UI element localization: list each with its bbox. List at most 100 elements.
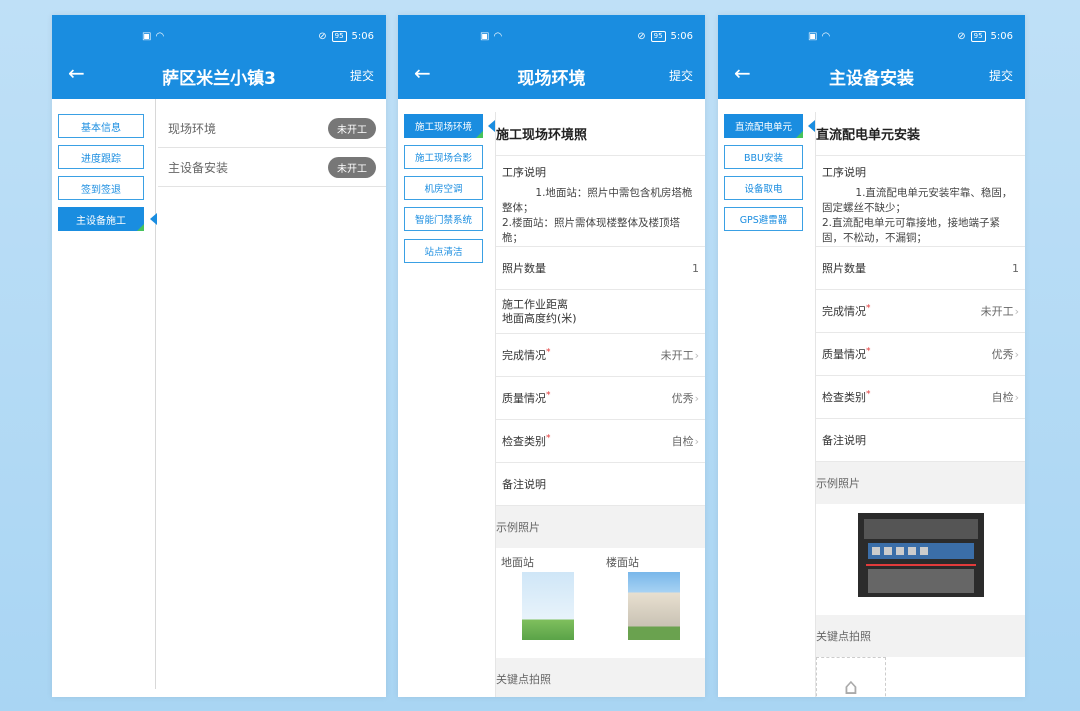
chevron-right-icon: › <box>1014 348 1019 361</box>
selection-pointer-icon <box>150 213 157 225</box>
remark-row[interactable]: 备注说明 <box>496 463 705 506</box>
distance-row[interactable]: 施工作业距离 地面高度约(米) <box>496 290 705 334</box>
sample-label-ground: 地面站 <box>501 556 534 569</box>
sidebar-item-site-cleaning[interactable]: 站点清洁 <box>404 239 483 263</box>
sidebar-item-checkin[interactable]: 签到签退 <box>58 176 144 200</box>
phone-panel-site-environment: ▣ ◠ ⊘ 95 5:06 ← 现场环境 提交 施工现场环境 施工现场合影 机房空… <box>398 15 705 697</box>
field-value: 自检 <box>991 391 1014 404</box>
chevron-right-icon: › <box>1014 391 1019 404</box>
required-mark: * <box>866 389 871 400</box>
field-label: 检查类别 <box>502 435 546 448</box>
task-list: 现场环境 未开工 主设备安装 未开工 <box>158 109 386 187</box>
completion-row[interactable]: 完成情况* 未开工› <box>496 334 705 377</box>
field-value: 1 <box>692 261 699 275</box>
status-right-icons: ⊘ 95 5:06 <box>957 31 1013 42</box>
sidebar-item-bbu[interactable]: BBU安装 <box>724 145 803 169</box>
back-arrow-icon[interactable]: ← <box>68 61 85 85</box>
sidebar-item-air-conditioning[interactable]: 机房空调 <box>404 176 483 200</box>
mute-icon: ⊘ <box>318 31 327 42</box>
mute-icon: ⊘ <box>637 31 646 42</box>
status-badge: 未开工 <box>328 117 376 139</box>
description-label: 工序说明 <box>822 166 866 179</box>
section-title: 施工现场环境照 <box>496 112 705 156</box>
battery-icon: 95 <box>331 31 347 42</box>
status-bar: ▣ ◠ ⊘ 95 5:06 <box>718 15 1025 53</box>
submit-button[interactable]: 提交 <box>669 67 693 84</box>
page-title: 主设备安装 <box>829 68 914 89</box>
section-title: 直流配电单元安装 <box>816 112 1025 156</box>
description-text: 1.直流配电单元安装牢靠、稳固，固定螺丝不缺少； 2.直流配电单元可靠接地，接地… <box>822 187 1013 244</box>
rooftop-station-photo[interactable] <box>628 572 680 640</box>
submit-button[interactable]: 提交 <box>989 67 1013 84</box>
status-badge: 未开工 <box>328 156 376 178</box>
list-item[interactable]: 主设备安装 未开工 <box>158 148 386 187</box>
photo-count-row: 照片数量 1 <box>816 247 1025 290</box>
status-bar: ▣ ◠ ⊘ 95 5:06 <box>52 15 386 53</box>
process-description: 工序说明 1.直流配电单元安装牢靠、稳固，固定螺丝不缺少； 2.直流配电单元可靠… <box>816 156 1025 247</box>
sidebar-item-site-environment[interactable]: 施工现场环境 <box>404 114 483 138</box>
field-label: 质量情况 <box>822 348 866 361</box>
field-value: 未开工 <box>980 305 1014 318</box>
quality-row[interactable]: 质量情况* 优秀› <box>496 377 705 420</box>
sidebar-item-access-control[interactable]: 智能门禁系统 <box>404 207 483 231</box>
sidebar-item-main-equipment[interactable]: 主设备施工 <box>58 207 144 231</box>
status-right-icons: ⊘ 95 5:06 <box>318 31 374 42</box>
required-mark: * <box>546 390 551 401</box>
sidebar-item-dc-distribution[interactable]: 直流配电单元 <box>724 114 803 138</box>
sidebar-item-power[interactable]: 设备取电 <box>724 176 803 200</box>
ground-station-photo[interactable] <box>522 572 574 640</box>
nav-bar: ← 萨区米兰小镇3 提交 <box>52 53 386 99</box>
status-bar: ▣ ◠ ⊘ 95 5:06 <box>398 15 705 53</box>
check-type-row[interactable]: 检查类别* 自检› <box>496 420 705 463</box>
field-label: 备注说明 <box>502 478 546 491</box>
remark-row[interactable]: 备注说明 <box>816 419 1025 462</box>
field-value: 1 <box>1012 261 1019 275</box>
sidebar: 直流配电单元 BBU安装 设备取电 GPS避雷器 <box>718 99 815 697</box>
field-label: 完成情况 <box>502 349 546 362</box>
quality-row[interactable]: 质量情况* 优秀› <box>816 333 1025 376</box>
field-label: 备注说明 <box>822 434 866 447</box>
sidebar-item-gps-arrester[interactable]: GPS避雷器 <box>724 207 803 231</box>
chevron-right-icon: › <box>694 349 699 362</box>
back-arrow-icon[interactable]: ← <box>734 61 751 85</box>
chevron-right-icon: › <box>694 392 699 405</box>
field-value: 自检 <box>671 435 694 448</box>
cabinet-illustration-icon <box>864 519 978 593</box>
mute-icon: ⊘ <box>957 31 966 42</box>
wifi-icon: ◠ <box>821 31 831 42</box>
dc-unit-sample-photo[interactable] <box>858 513 984 597</box>
chevron-right-icon: › <box>1014 305 1019 318</box>
list-item-label: 主设备安装 <box>168 160 229 175</box>
required-mark: * <box>546 433 551 444</box>
field-value: 优秀 <box>991 348 1014 361</box>
status-left-icons: ▣ ◠ <box>142 31 164 42</box>
clock: 5:06 <box>990 31 1013 42</box>
sim-icon: ▣ <box>808 31 818 42</box>
status-left-icons: ▣ ◠ <box>808 31 830 42</box>
clock: 5:06 <box>670 31 693 42</box>
selection-pointer-icon <box>808 120 815 132</box>
list-item[interactable]: 现场环境 未开工 <box>158 109 386 148</box>
selection-pointer-icon <box>488 120 495 132</box>
camera-upload-button[interactable]: ⌂ <box>816 657 886 697</box>
field-label: 照片数量 <box>502 262 546 275</box>
required-mark: * <box>866 303 871 314</box>
field-value: 未开工 <box>660 349 694 362</box>
sidebar: 施工现场环境 施工现场合影 机房空调 智能门禁系统 站点清洁 <box>398 99 495 697</box>
sample-photos-title: 示例照片 <box>496 521 540 534</box>
photo-count-row: 照片数量 1 <box>496 247 705 290</box>
submit-button[interactable]: 提交 <box>350 67 374 84</box>
clock: 5:06 <box>351 31 374 42</box>
completion-row[interactable]: 完成情况* 未开工› <box>816 290 1025 333</box>
sidebar-item-group-photo[interactable]: 施工现场合影 <box>404 145 483 169</box>
back-arrow-icon[interactable]: ← <box>414 61 431 85</box>
detail-content: 施工现场环境照 工序说明 1.地面站：照片中需包含机房塔桅整体； 2.楼面站：照… <box>495 112 705 697</box>
sidebar-item-basic-info[interactable]: 基本信息 <box>58 114 144 138</box>
check-type-row[interactable]: 检查类别* 自检› <box>816 376 1025 419</box>
required-mark: * <box>546 347 551 358</box>
nav-bar: ← 现场环境 提交 <box>398 53 705 99</box>
sample-label-rooftop: 楼面站 <box>606 556 639 569</box>
process-description: 工序说明 1.地面站：照片中需包含机房塔桅整体； 2.楼面站：照片需体现楼整体及… <box>496 156 705 247</box>
field-label: 检查类别 <box>822 391 866 404</box>
sidebar-item-progress[interactable]: 进度跟踪 <box>58 145 144 169</box>
